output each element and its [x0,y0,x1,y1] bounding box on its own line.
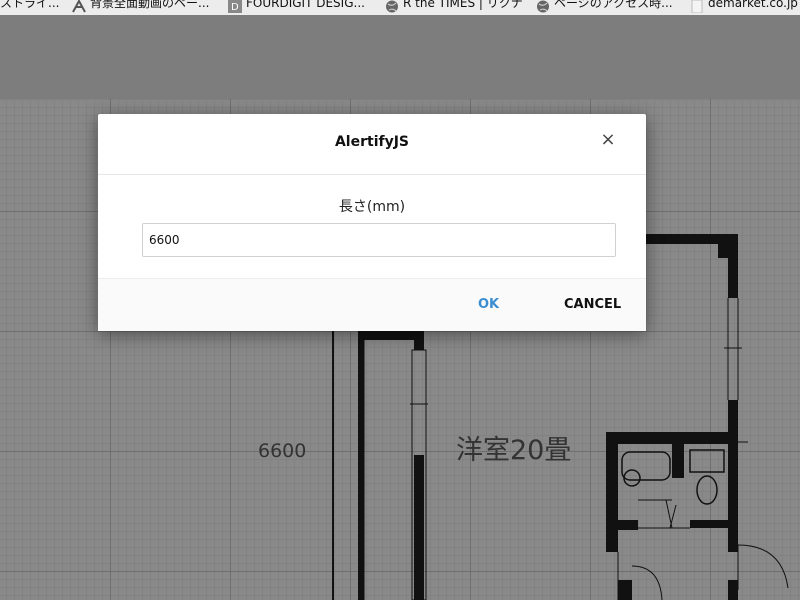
cancel-button[interactable]: CANCEL [564,297,621,312]
ok-button[interactable]: OK [478,297,499,312]
bookmark-label: ストライ... [0,0,60,10]
close-icon[interactable]: × [598,130,618,150]
bookmark-item[interactable]: 背景全面動画のペー... [72,0,222,15]
bookmark-label: ページのアクセス時... [554,0,673,10]
length-field-label: 長さ(mm) [338,199,406,215]
bookmark-item[interactable]: demarket.co.jp [690,0,800,15]
x-logo-icon [72,0,86,13]
page-icon [690,0,704,14]
bookmark-label: FOURDIGIT DESIG... [246,0,365,10]
length-input[interactable] [142,223,616,257]
d-logo-icon: D [228,0,242,13]
bookmark-item[interactable]: R the TIMES | リクナ [385,0,533,15]
prompt-dialog: AlertifyJS × 長さ(mm) OK CANCEL [98,114,646,331]
dialog-header: AlertifyJS × [98,114,646,175]
dimension-label: 6600 [258,440,307,462]
bookmarks-bar: ストライ... 背景全面動画のペー... D FOURDIGIT DESIG..… [0,0,800,15]
globe-icon [536,0,550,13]
svg-text:D: D [231,2,239,13]
globe-icon [385,0,399,13]
bookmark-item[interactable]: D FOURDIGIT DESIG... [228,0,378,15]
bookmark-label: 背景全面動画のペー... [90,0,210,10]
bookmark-label: R the TIMES | リクナ [403,0,523,10]
bookmark-item[interactable]: ページのアクセス時... [536,0,684,15]
page-header-area [0,15,800,99]
bookmark-label: demarket.co.jp [708,0,798,10]
bookmark-item[interactable]: ストライ... [0,0,70,15]
room-label: 洋室20畳 [456,435,572,466]
dialog-title: AlertifyJS [334,134,410,150]
